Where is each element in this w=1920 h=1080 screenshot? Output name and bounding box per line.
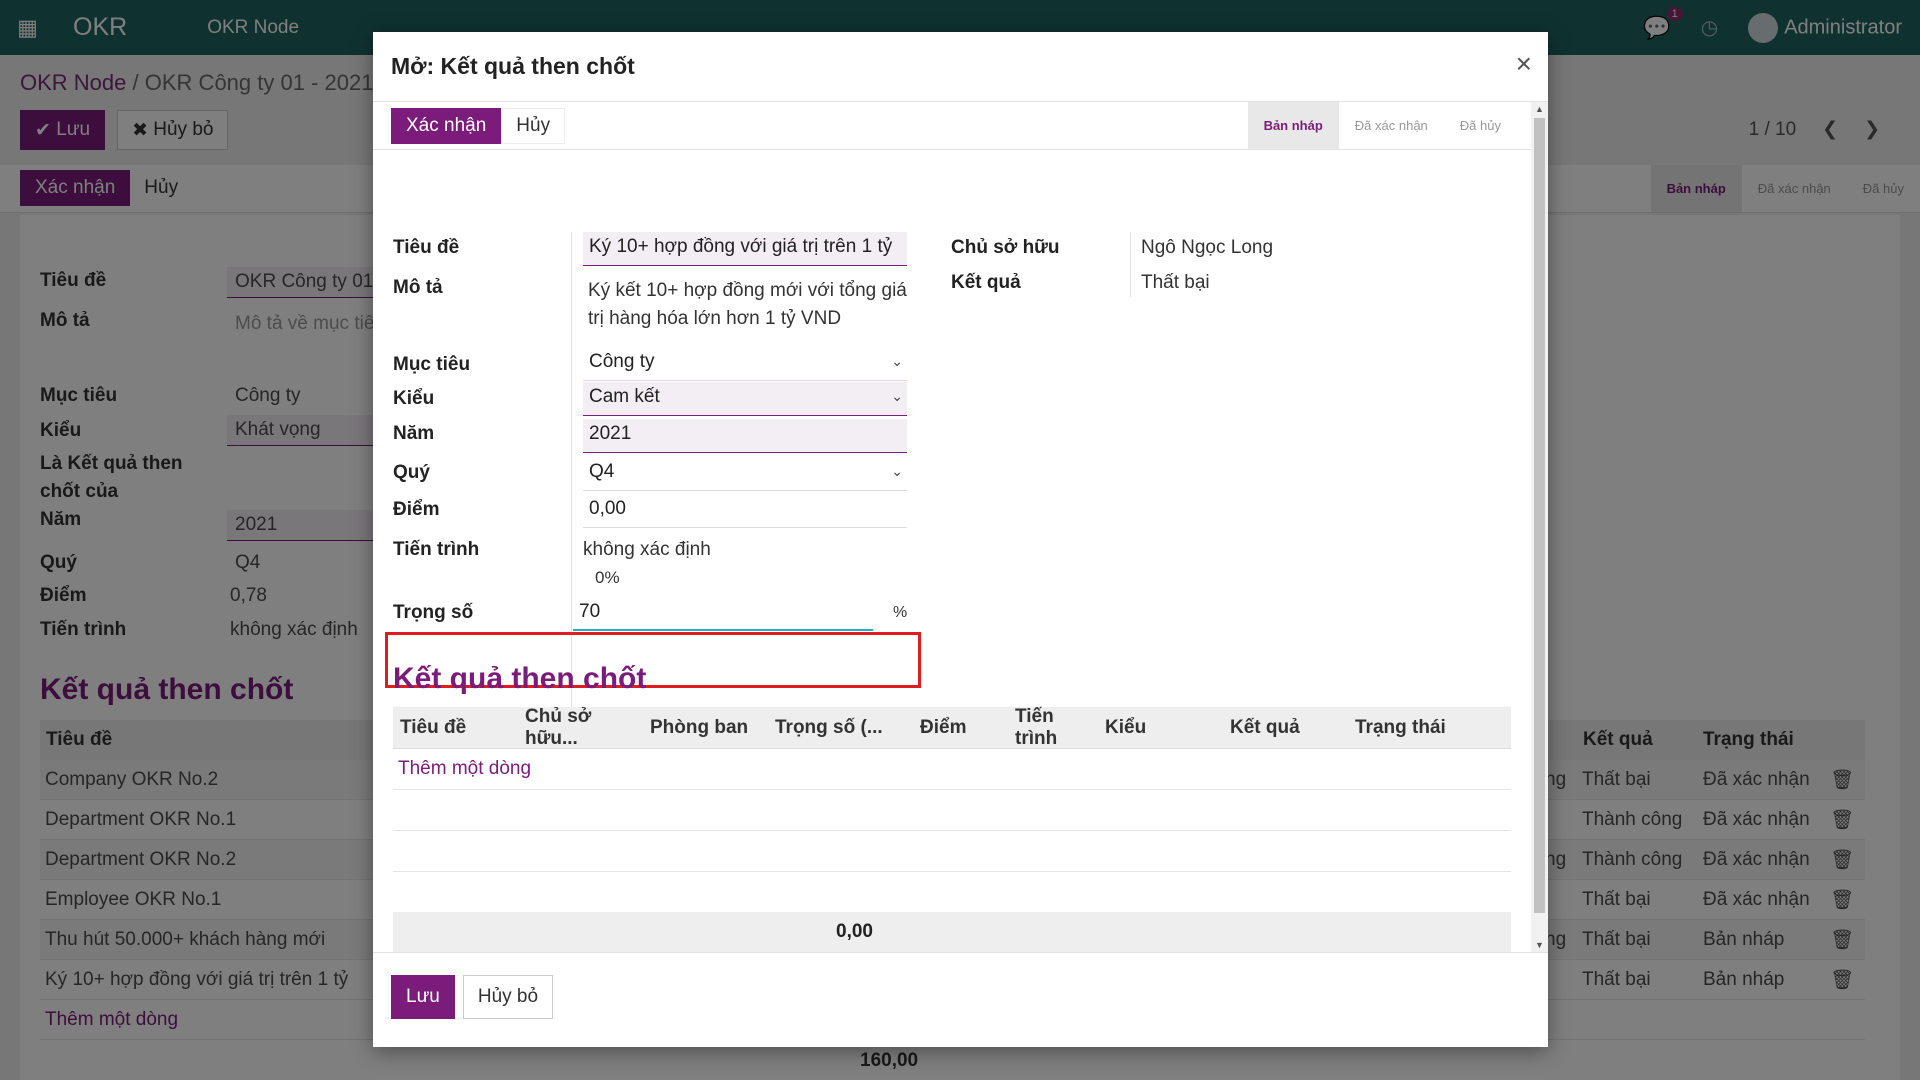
progress-value: không xác định	[583, 539, 711, 560]
owner-value[interactable]: Ngô Ngọc Long	[1141, 237, 1273, 259]
chevron-down-icon: ⌄	[891, 463, 903, 479]
desc-line-2[interactable]: trị hàng hóa lớn hơn 1 tỷ VND	[588, 308, 841, 330]
objective-select[interactable]: Công ty ⌄	[583, 347, 907, 381]
chevron-down-icon: ⌄	[891, 353, 903, 369]
cancel-button[interactable]: Hủy	[501, 108, 566, 144]
modal-title: Mở: Kết quả then chốt	[391, 53, 635, 79]
score-field[interactable]: 0,00	[583, 494, 907, 528]
kr-empty-row	[393, 790, 1511, 831]
quarter-select[interactable]: Q4 ⌄	[583, 457, 907, 491]
label-desc: Mô tả	[393, 277, 443, 298]
modal-scrollbar[interactable]: ▲ ▼	[1531, 102, 1548, 952]
discard-button[interactable]: Hủy bỏ	[462, 975, 554, 1019]
confirm-button[interactable]: Xác nhận	[391, 108, 502, 144]
result-value: Thất bại	[1141, 272, 1210, 293]
chevron-down-icon: ⌄	[891, 388, 903, 404]
kr-table: Tiêu đề Chủ sở hữu... Phòng ban Trọng số…	[393, 706, 1511, 952]
modal-status-row: Xác nhận Hủy Bản nháp Đã xác nhận Đã hủy	[373, 102, 1531, 150]
kr-section-title: Kết quả then chốt	[393, 662, 647, 695]
label-title: Tiêu đề	[393, 237, 460, 258]
status-confirmed[interactable]: Đã xác nhận	[1339, 102, 1444, 149]
weight-unit: %	[893, 604, 908, 621]
label-owner: Chủ sở hữu	[951, 237, 1060, 258]
desc-line-1[interactable]: Ký kết 10+ hợp đồng mới với tổng giá	[588, 280, 907, 302]
kr-table-footer: 0,00	[393, 912, 1511, 952]
col-score[interactable]: Điểm	[913, 717, 1008, 739]
modal-header: Mở: Kết quả then chốt ×	[373, 32, 1548, 102]
kr-table-header: Tiêu đề Chủ sở hữu... Phòng ban Trọng số…	[393, 706, 1511, 750]
col-state[interactable]: Trạng thái	[1348, 717, 1473, 739]
modal-dialog: Mở: Kết quả then chốt × Xác nhận Hủy Bản…	[373, 32, 1548, 1047]
col-type[interactable]: Kiểu	[1098, 717, 1223, 739]
col-department[interactable]: Phòng ban	[643, 717, 768, 739]
modal-footer: Lưu Hủy bỏ	[373, 952, 1548, 1047]
kr-total: 0,00	[836, 921, 873, 942]
status-cancelled[interactable]: Đã hủy	[1444, 102, 1517, 149]
kr-empty-row	[393, 831, 1511, 872]
col-result[interactable]: Kết quả	[1223, 717, 1348, 739]
col-weight[interactable]: Trọng số (...	[768, 717, 913, 739]
progress-percent: 0%	[595, 568, 620, 587]
close-icon[interactable]: ×	[1516, 48, 1532, 80]
col-title[interactable]: Tiêu đề	[393, 717, 518, 739]
label-weight: Trọng số	[393, 602, 474, 623]
kr-add-line[interactable]: Thêm một dòng	[393, 749, 1511, 790]
label-score: Điểm	[393, 499, 440, 520]
label-type: Kiểu	[393, 388, 435, 409]
label-result: Kết quả	[951, 272, 1021, 293]
col-owner[interactable]: Chủ sở hữu...	[518, 706, 643, 750]
type-select[interactable]: Cam kết ⌄	[583, 382, 907, 416]
label-quarter: Quý	[393, 462, 430, 483]
label-year: Năm	[393, 423, 435, 444]
scroll-thumb[interactable]	[1534, 118, 1545, 913]
status-draft[interactable]: Bản nháp	[1247, 102, 1339, 149]
save-button[interactable]: Lưu	[391, 975, 455, 1019]
title-field[interactable]: Ký 10+ hợp đồng với giá trị trên 1 tỷ	[583, 232, 907, 266]
scroll-up-icon[interactable]: ▲	[1535, 104, 1544, 114]
weight-input[interactable]: 70	[573, 597, 873, 631]
year-field[interactable]: 2021	[583, 419, 907, 453]
modal-statusbar: Bản nháp Đã xác nhận Đã hủy	[1247, 102, 1517, 149]
scroll-down-icon[interactable]: ▼	[1535, 940, 1544, 950]
label-progress: Tiến trình	[393, 539, 480, 560]
label-objective: Mục tiêu	[393, 354, 471, 375]
col-progress[interactable]: Tiến trình	[1008, 706, 1098, 750]
modal-body: Xác nhận Hủy Bản nháp Đã xác nhận Đã hủy…	[373, 102, 1531, 952]
